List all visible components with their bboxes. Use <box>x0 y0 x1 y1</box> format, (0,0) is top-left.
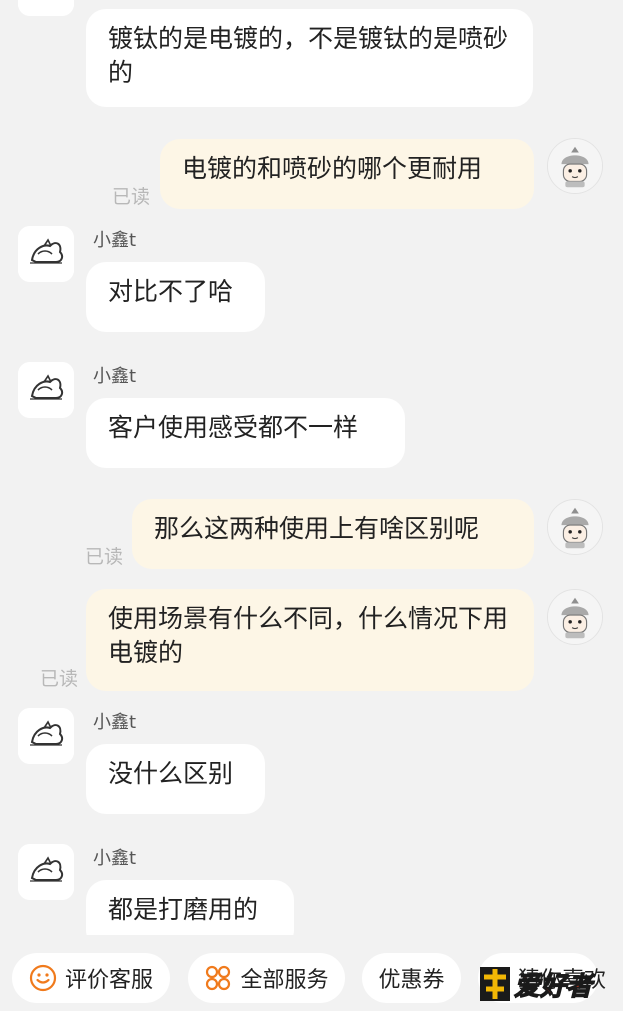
message-bubble-incoming[interactable]: 没什么区别 <box>86 744 265 814</box>
all-services-label: 全部服务 <box>240 968 329 993</box>
chat-area[interactable]: 镀钛的是电镀的，不是镀钛的是喷砂的 已读 电镀的和喷砂的哪个更耐用 小鑫t 对比… <box>0 0 623 935</box>
watermark-logo: 爱好者 <box>478 959 606 1005</box>
read-status: 已读 <box>40 668 79 690</box>
services-icon <box>204 964 232 992</box>
message-bubble-outgoing[interactable]: 那么这两种使用上有啥区别呢 <box>132 499 534 569</box>
smiley-icon <box>29 964 57 992</box>
shop-avatar[interactable] <box>18 226 74 282</box>
rate-service-label: 评价客服 <box>64 968 153 993</box>
rate-service-button[interactable]: 评价客服 <box>12 953 170 1003</box>
sender-name: 小鑫t <box>93 366 137 387</box>
coupon-button[interactable]: 优惠券 <box>362 953 461 1003</box>
message-bubble-incoming[interactable]: 对比不了哈 <box>86 262 265 332</box>
all-services-button[interactable]: 全部服务 <box>188 953 345 1003</box>
read-status: 已读 <box>112 186 151 208</box>
chat-screen: 镀钛的是电镀的，不是镀钛的是喷砂的 已读 电镀的和喷砂的哪个更耐用 小鑫t 对比… <box>0 0 623 1011</box>
shop-avatar[interactable] <box>18 362 74 418</box>
message-bubble-outgoing[interactable]: 电镀的和喷砂的哪个更耐用 <box>160 139 534 209</box>
shop-avatar[interactable] <box>18 0 74 16</box>
coupon-label: 优惠券 <box>378 968 445 993</box>
user-avatar[interactable] <box>547 589 603 645</box>
user-avatar[interactable] <box>547 138 603 194</box>
shop-avatar[interactable] <box>18 708 74 764</box>
svg-text:爱好者: 爱好者 <box>514 972 596 1002</box>
shop-avatar[interactable] <box>18 844 74 900</box>
sender-name: 小鑫t <box>93 712 137 733</box>
message-bubble-incoming[interactable]: 都是打磨用的 <box>86 880 294 935</box>
message-bubble-outgoing[interactable]: 使用场景有什么不同，什么情况下用电镀的 <box>86 589 534 691</box>
message-bubble-incoming[interactable]: 客户使用感受都不一样 <box>86 398 405 468</box>
sender-name: 小鑫t <box>93 230 137 251</box>
read-status: 已读 <box>85 546 124 568</box>
user-avatar[interactable] <box>547 499 603 555</box>
sender-name: 小鑫t <box>93 848 137 869</box>
message-bubble-incoming[interactable]: 镀钛的是电镀的，不是镀钛的是喷砂的 <box>86 9 533 107</box>
